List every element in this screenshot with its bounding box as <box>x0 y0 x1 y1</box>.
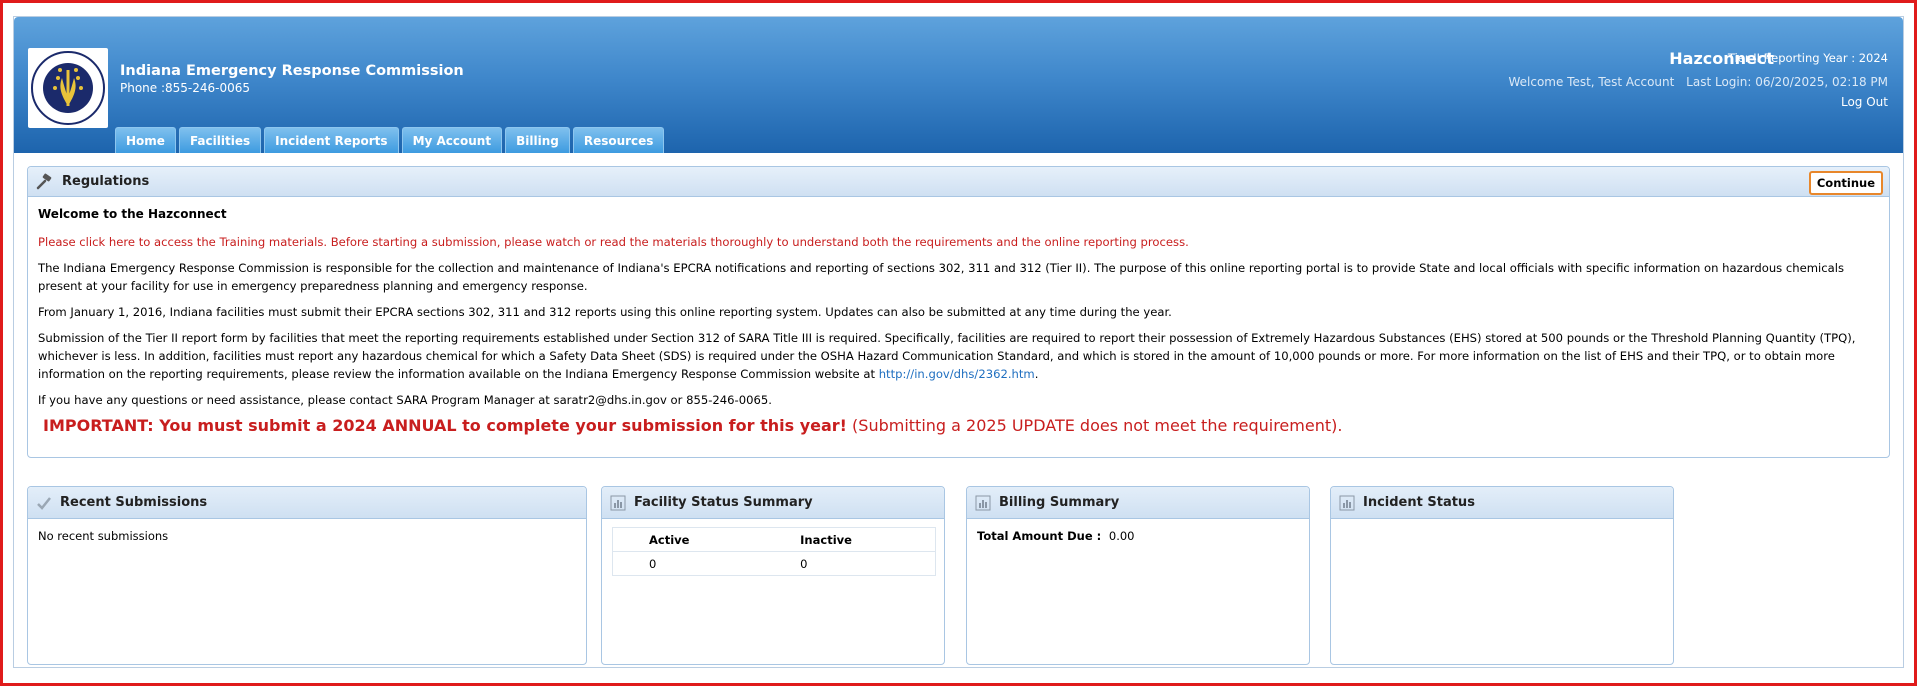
table-row: 0 0 <box>613 552 936 576</box>
ierc-logo <box>28 48 108 128</box>
tab-billing[interactable]: Billing <box>505 127 570 153</box>
inactive-count: 0 <box>800 556 808 571</box>
incident-status-body <box>1331 519 1673 539</box>
requirements-end: . <box>1034 367 1039 381</box>
column-header-active: Active <box>612 527 756 552</box>
last-login: Last Login: 06/20/2025, 02:18 PM <box>1686 75 1888 89</box>
billing-summary-body: Total Amount Due : 0.00 <box>967 519 1309 553</box>
recent-submissions-widget: Recent Submissions No recent submissions <box>27 486 587 665</box>
logout-link[interactable]: Log Out <box>1841 95 1888 109</box>
tab-my-account[interactable]: My Account <box>401 127 503 153</box>
recent-submissions-header: Recent Submissions <box>28 487 586 519</box>
checkmark-icon <box>36 495 52 511</box>
regulations-panel: Regulations Continue Welcome to the Hazc… <box>27 166 1890 458</box>
billing-summary-widget: Billing Summary Total Amount Due : 0.00 <box>966 486 1310 665</box>
chart-icon <box>1339 495 1355 511</box>
dhs-website-link[interactable]: http://in.gov/dhs/2362.htm <box>879 367 1035 381</box>
intro-paragraph: The Indiana Emergency Response Commissio… <box>38 261 1845 293</box>
regulations-body: Welcome to the Hazconnect Please click h… <box>28 197 1889 435</box>
facility-status-table: Active Inactive 0 0 <box>612 527 936 576</box>
gavel-icon <box>36 173 54 191</box>
regulations-title: Regulations <box>62 174 150 189</box>
active-count: 0 <box>649 556 657 571</box>
org-name: Indiana Emergency Response Commission <box>120 63 464 79</box>
important-notice: IMPORTANT: You must submit a 2024 ANNUAL… <box>38 417 1879 435</box>
column-header-inactive: Inactive <box>755 527 936 552</box>
tab-facilities[interactable]: Facilities <box>178 127 262 153</box>
tab-resources[interactable]: Resources <box>572 127 665 153</box>
org-phone: Phone :855-246-0065 <box>120 81 251 95</box>
chart-icon <box>975 495 991 511</box>
contact-paragraph: If you have any questions or need assist… <box>38 393 772 407</box>
facility-status-widget: Facility Status Summary Active Inactive … <box>601 486 945 665</box>
important-rest: (Submitting a 2025 UPDATE does not meet … <box>852 416 1343 435</box>
app-window: Indiana Emergency Response Commission Ph… <box>13 16 1904 668</box>
tab-home[interactable]: Home <box>115 127 176 153</box>
facility-status-body: Active Inactive 0 0 <box>602 519 944 586</box>
header: Indiana Emergency Response Commission Ph… <box>14 17 1903 153</box>
incident-status-title: Incident Status <box>1363 495 1475 510</box>
chart-icon <box>610 495 626 511</box>
recent-submissions-title: Recent Submissions <box>60 495 208 510</box>
reporting-year: Tier II Reporting Year : 2024 <box>1727 51 1888 65</box>
welcome-heading: Welcome to the Hazconnect <box>38 207 227 221</box>
requirements-paragraph: Submission of the Tier II report form by… <box>38 329 1879 383</box>
recent-submissions-body: No recent submissions <box>38 529 169 543</box>
welcome-text: Welcome Test, Test Account <box>1508 75 1675 89</box>
facility-status-title: Facility Status Summary <box>634 495 813 510</box>
training-link[interactable]: Please click here to access the Training… <box>38 233 1879 251</box>
tab-incident-reports[interactable]: Incident Reports <box>264 127 399 153</box>
welcome-line: Welcome Test, Test Account Last Login: 0… <box>1500 75 1888 89</box>
billing-summary-title: Billing Summary <box>999 495 1120 510</box>
reporting-paragraph: From January 1, 2016, Indiana facilities… <box>38 305 1172 319</box>
total-due-value: 0.00 <box>1108 529 1135 543</box>
incident-status-widget: Incident Status <box>1330 486 1674 665</box>
incident-status-header: Incident Status <box>1331 487 1673 519</box>
continue-button[interactable]: Continue <box>1808 171 1883 195</box>
important-bold: IMPORTANT: You must submit a 2024 ANNUAL… <box>43 416 847 435</box>
table-header-row: Active Inactive <box>612 527 936 552</box>
facility-status-header: Facility Status Summary <box>602 487 944 519</box>
main-nav: Home Facilities Incident Reports My Acco… <box>115 127 665 153</box>
total-due-label: Total Amount Due : <box>977 529 1102 543</box>
billing-summary-header: Billing Summary <box>967 487 1309 519</box>
regulations-header: Regulations Continue <box>28 167 1889 197</box>
